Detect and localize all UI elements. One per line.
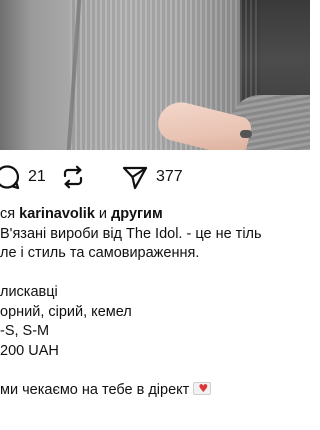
send-icon	[122, 166, 148, 190]
liked-by-username[interactable]: karinavolik	[19, 206, 95, 222]
liked-by-line: ся karinavolik и другим	[0, 205, 320, 225]
caption-line-7: 200 UAH	[0, 342, 59, 359]
love-letter-icon: ♥	[193, 381, 212, 395]
liked-by-prefix: ся	[0, 206, 20, 222]
share-count: 377	[156, 168, 183, 185]
comment-icon	[0, 165, 20, 190]
liked-by-conjunction: и	[94, 206, 112, 222]
heart-icon: ♥	[198, 381, 209, 395]
liked-by-others[interactable]: другим	[111, 206, 163, 222]
caption-line-2: ле і стиль та самовираження.	[0, 245, 200, 261]
post-caption: ся karinavolik и другим В'язані вироби в…	[0, 205, 320, 400]
caption-line-9-text: ми чекаємо на тебе в дірект	[0, 381, 190, 398]
comment-button[interactable]: 21	[0, 160, 46, 194]
caption-line-9: ми чекаємо на тебе в дірект ♥	[0, 381, 320, 401]
share-button[interactable]: 377	[120, 160, 183, 194]
post-action-bar: 21 377	[0, 160, 310, 194]
caption-line-6: -S, S-M	[0, 323, 50, 339]
caption-line-1: В'язані вироби від The Idol. - це не тіл…	[0, 225, 262, 242]
post-photo[interactable]	[0, 0, 310, 150]
repost-button[interactable]	[60, 160, 92, 194]
comment-count: 21	[28, 168, 46, 185]
repost-icon	[63, 165, 83, 189]
ring	[240, 130, 252, 138]
caption-line-5: орний, сірий, кемел	[0, 303, 132, 320]
caption-line-4: лискавці	[0, 284, 58, 300]
